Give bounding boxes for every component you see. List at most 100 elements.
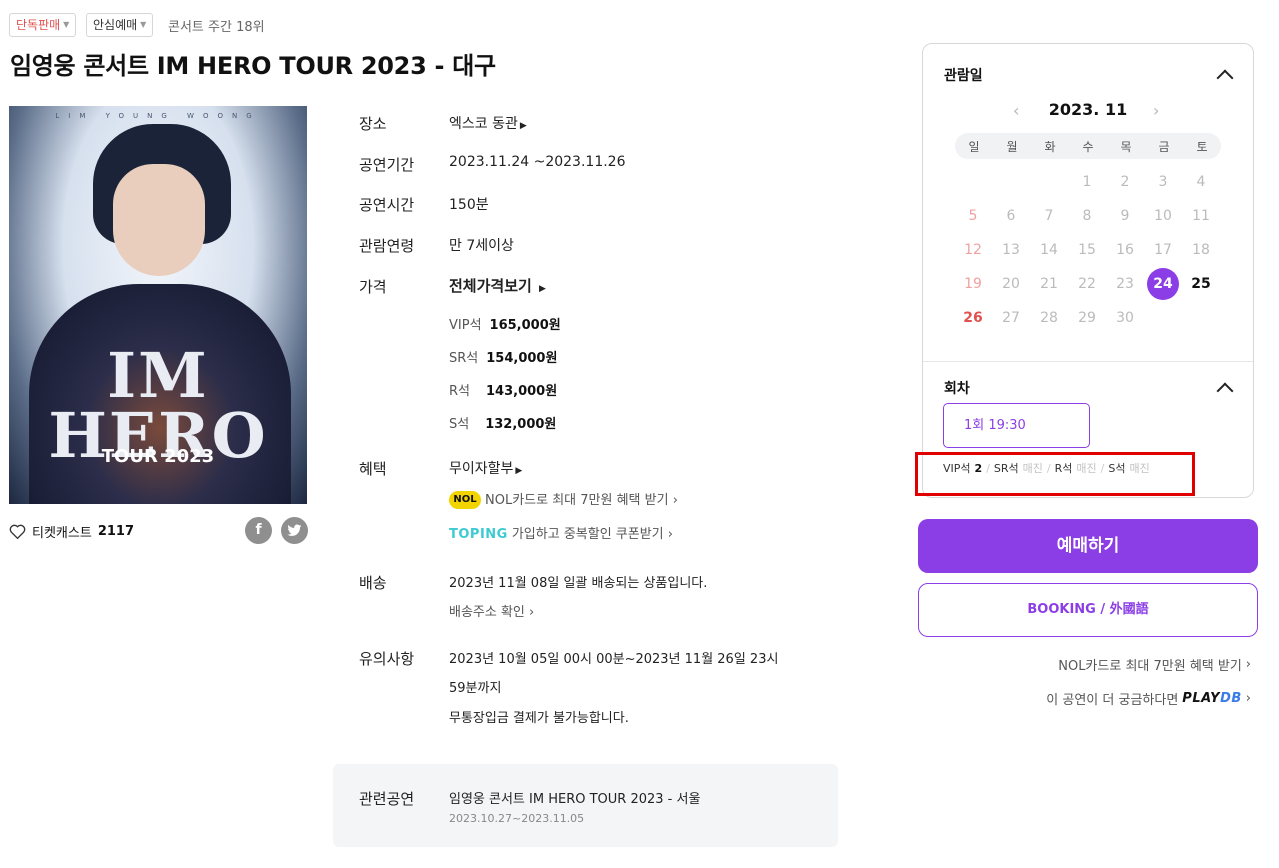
triangle-right-icon: ▶ [519,121,527,131]
nol-benefit-text: NOL카드로 최대 7만원 혜택 받기 [485,493,669,508]
weekday-mon: 월 [1006,140,1018,154]
price-row: SR석 154,000원 [449,347,557,366]
calendar-day: 28 [1040,310,1058,326]
weekly-rank: 콘서트 주간 18위 [168,20,265,35]
runtime-label: 공연시간 [359,196,415,214]
delivery-address-label: 배송주소 확인 [449,605,525,620]
poster-tour-text: TOUR 2023 [101,446,215,467]
chevron-right-icon: › [668,493,678,508]
calendar-day: 12 [964,242,982,258]
all-prices-label: 전체가격보기 [449,277,532,295]
calendar-day: 10 [1154,208,1172,224]
calendar-day: 15 [1078,242,1096,258]
twitter-share-button[interactable] [281,517,308,544]
like-button[interactable]: 티켓캐스트 2117 [9,522,134,541]
toping-coupon-text: 가입하고 중복할인 쿠폰받기 [511,527,664,542]
poster-artist-text: LIM YOUNG WOONG [55,112,261,120]
venue-label: 장소 [359,115,387,133]
facebook-share-button[interactable]: f [245,517,272,544]
chevron-right-icon: › [1245,657,1251,672]
benefit-label: 혜택 [359,460,387,478]
round-time-button[interactable]: 1회 19:30 [943,403,1090,448]
toping-coupon-link[interactable]: TOPING 가입하고 중복할인 쿠폰받기 › [449,523,673,542]
playdb-logo: PLAYDB [1182,691,1242,706]
installment-label: 무이자할부 [449,461,514,477]
venue-value: 엑스코 동관 [449,116,518,132]
calendar-day: 3 [1158,174,1168,190]
like-count: 2117 [97,524,134,539]
weekday-fri: 금 [1158,140,1170,154]
calendar-day: 19 [964,276,982,292]
delivery-address-link[interactable]: 배송주소 확인 › [449,601,534,620]
twitter-icon [287,524,302,536]
round-section-title: 회차 [944,381,970,397]
notice-line-2: 59분까지 [449,681,502,696]
price-grade: S석 [449,417,470,432]
heart-icon [9,524,26,539]
safe-booking-label: 안심예매 [93,18,138,32]
calendar-day: 6 [1006,208,1016,224]
calendar-day: 9 [1120,208,1130,224]
like-label: 티켓캐스트 [32,526,92,541]
calendar-day[interactable]: 25 [1185,268,1217,300]
calendar-day: 8 [1082,208,1092,224]
playdb-link[interactable]: 이 공연이 더 궁금하다면 PLAYDB › [1046,689,1251,708]
highlight-box [915,452,1195,496]
calendar-day: 7 [1044,208,1054,224]
delivery-label: 배송 [359,574,387,592]
triangle-right-icon: ▶ [515,466,523,476]
related-show-dates: 2023.10.27~2023.11.05 [449,812,585,825]
nol-card-link[interactable]: NOL카드로 최대 7만원 혜택 받기 › [1058,655,1251,674]
related-show-link[interactable]: 임영웅 콘서트 IM HERO TOUR 2023 - 서울 [449,788,700,807]
calendar-day: 30 [1116,310,1134,326]
chevron-right-icon: › [524,605,535,620]
all-prices-link[interactable]: 전체가격보기 ▶ [449,275,546,296]
installment-link[interactable]: 무이자할부 ▶ [449,458,522,478]
chevron-right-icon: › [1245,691,1251,706]
prev-month-button[interactable]: ‹ [1013,101,1019,120]
next-month-button[interactable]: › [1153,101,1159,120]
chevron-up-icon[interactable] [1216,382,1234,400]
calendar-day: 23 [1116,276,1134,292]
poster-face [113,164,205,276]
nol-benefit-link[interactable]: NOL NOL카드로 최대 7만원 혜택 받기 › [449,489,678,509]
weekday-header: 일 월 화 수 목 금 토 [955,133,1221,159]
period-label: 공연기간 [359,156,415,174]
calendar-day: 29 [1078,310,1096,326]
calendar-day: 18 [1192,242,1210,258]
notice-line-1: 2023년 10월 05일 00시 00분~2023년 11월 26일 23시 [449,652,779,667]
safe-booking-badge[interactable]: 안심예매 ▼ [86,13,154,37]
toping-logo: TOPING [449,527,508,542]
runtime-value: 150분 [449,197,489,213]
triangle-right-icon: ▶ [539,284,546,294]
section-divider [923,361,1253,362]
price-amount: 143,000원 [486,384,558,399]
price-grade: R석 [449,384,470,399]
calendar-day: 16 [1116,242,1134,258]
poster-logo-line-1: IM [107,339,209,412]
age-value: 만 7세이상 [449,238,514,254]
notice-line-3: 무통장입금 결제가 불가능합니다. [449,711,629,726]
price-grade: SR석 [449,351,479,366]
chevron-down-icon: ▼ [140,20,147,29]
weekday-sat: 토 [1196,140,1208,154]
playdb-link-label: 이 공연이 더 궁금하다면 [1046,693,1179,708]
nol-card-link-label: NOL카드로 최대 7만원 혜택 받기 [1058,659,1242,674]
chevron-down-icon: ▼ [63,20,70,29]
venue-link[interactable]: 엑스코 동관 ▶ [449,113,527,133]
chevron-right-icon: › [663,527,673,542]
foreign-booking-button[interactable]: BOOKING / 外國語 [918,583,1258,637]
price-row: R석 143,000원 [449,380,557,399]
calendar-day: 22 [1078,276,1096,292]
period-value: 2023.11.24 ~2023.11.26 [449,154,626,170]
price-row: S석 132,000원 [449,413,556,432]
chevron-up-icon[interactable] [1216,69,1234,87]
calendar-month: 2023. 11 [1048,100,1128,119]
calendar-day[interactable]: 24 [1147,268,1179,300]
booking-panel: 관람일 2023. 11 ‹ › 일 월 화 수 목 금 토 123456789… [922,43,1254,498]
calendar-day[interactable]: 26 [957,302,989,334]
calendar-day: 20 [1002,276,1020,292]
book-button[interactable]: 예매하기 [918,519,1258,573]
exclusive-sale-badge[interactable]: 단독판매 ▼ [9,13,77,37]
weekday-wed: 수 [1082,140,1094,154]
